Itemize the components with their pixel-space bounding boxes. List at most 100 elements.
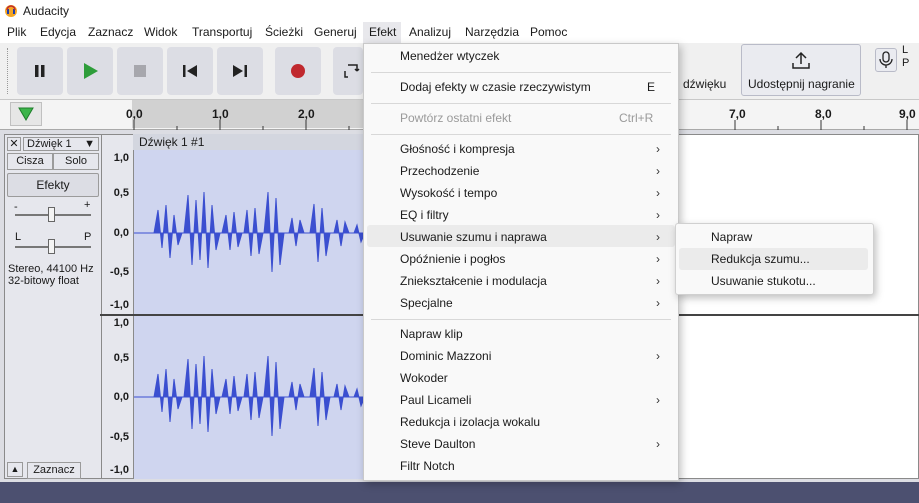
menu-narzedzia[interactable]: Narzędzia [465, 25, 519, 39]
menu-widok[interactable]: Widok [144, 25, 177, 39]
menu-item-paul-licameli[interactable]: Paul Licameli [400, 393, 471, 407]
scale-label: 1,0 [113, 317, 129, 329]
chevron-right-icon: › [656, 393, 660, 407]
chevron-right-icon: › [656, 208, 660, 222]
microphone-icon [879, 51, 893, 68]
collapse-track-button[interactable]: ▲ [7, 462, 23, 477]
stop-icon [134, 65, 146, 77]
meter-right-label: P [902, 57, 910, 69]
shortcut-label: E [647, 80, 656, 94]
effects-button[interactable]: Efekty [7, 173, 99, 197]
chevron-right-icon: › [656, 437, 660, 451]
menu-item-pitch-tempo[interactable]: Wysokość i tempo [400, 186, 497, 200]
menu-item-noise-repair[interactable]: Usuwanie szumu i naprawa [400, 230, 547, 244]
chevron-right-icon: › [656, 296, 660, 310]
pan-slider-thumb[interactable] [48, 239, 55, 254]
close-icon: ✕ [9, 138, 19, 150]
window-title: Audacity [23, 4, 70, 18]
chevron-down-icon: ▼ [84, 138, 95, 150]
menu-generuj[interactable]: Generuj [314, 25, 357, 39]
submenu-item-noise-reduction[interactable]: Redukcja szumu... [711, 252, 810, 266]
chevron-right-icon: › [656, 230, 660, 244]
menu-item-eq-filters[interactable]: EQ i filtry [400, 208, 449, 222]
menu-item-repair-clip[interactable]: Napraw klip [400, 327, 463, 341]
close-track-button[interactable]: ✕ [7, 137, 21, 151]
menu-pomoc[interactable]: Pomoc [530, 25, 567, 39]
menu-item-special[interactable]: Specjalne [400, 296, 453, 310]
ruler-tick-label: 2,0 [298, 107, 315, 121]
gain-plus-label: + [84, 199, 91, 211]
meter-left-label: L [902, 44, 909, 56]
playhead-triangle-icon [18, 107, 34, 121]
pause-button[interactable] [17, 47, 63, 95]
ruler-tick-label: 8,0 [815, 107, 832, 121]
pan-left-label: L [15, 231, 22, 243]
chevron-right-icon: › [656, 164, 660, 178]
menu-item-realtime-effects[interactable]: Dodaj efekty w czasie rzeczywistym [400, 80, 591, 94]
chevron-right-icon: › [656, 252, 660, 266]
menu-bar [0, 22, 919, 43]
chevron-right-icon: › [656, 274, 660, 288]
menu-sciezki[interactable]: Ścieżki [265, 25, 303, 39]
scale-label: 0,0 [113, 391, 129, 403]
menu-plik[interactable]: Plik [7, 25, 26, 39]
select-track-button[interactable]: Zaznacz [27, 462, 81, 479]
menu-transportuj[interactable]: Transportuj [192, 25, 252, 39]
clip-title: Dźwięk 1 #1 [139, 135, 205, 149]
menu-separator [371, 319, 671, 320]
solo-button[interactable]: Solo [53, 153, 99, 170]
scale-label: 0,5 [113, 352, 129, 364]
track-format-depth: 32-bitowy float [8, 275, 79, 287]
menu-zaznacz[interactable]: Zaznacz [88, 25, 133, 39]
menu-item-distortion-modulation[interactable]: Zniekształcenie i modulacja [400, 274, 547, 288]
menu-analizuj[interactable]: Analizuj [409, 25, 451, 39]
play-button[interactable] [67, 47, 113, 95]
timeline-options-button[interactable] [10, 102, 42, 126]
submenu-item-repair[interactable]: Napraw [711, 230, 752, 244]
track-control-panel: ✕ Dźwięk 1 ▼ Cisza Solo Efekty - + L P S… [4, 134, 102, 479]
mute-button[interactable]: Cisza [7, 153, 53, 170]
upload-icon [792, 51, 810, 69]
menu-item-repeat-last-effect: Powtórz ostatni efekt [400, 111, 512, 125]
menu-item-steve-daulton[interactable]: Steve Daulton [400, 437, 475, 451]
collapse-up-icon: ▲ [10, 464, 20, 474]
menu-item-delay-reverb[interactable]: Opóźnienie i pogłos [400, 252, 505, 266]
title-bar [0, 0, 919, 22]
menu-item-plugin-manager[interactable]: Menedżer wtyczek [400, 49, 499, 63]
status-strip [0, 482, 919, 503]
skip-start-icon [183, 65, 197, 77]
skip-to-end-button[interactable] [217, 47, 263, 95]
toolbar-grip[interactable] [7, 48, 11, 94]
stop-button[interactable] [117, 47, 163, 95]
pause-icon [35, 65, 45, 77]
track-name-menu[interactable]: Dźwięk 1 ▼ [23, 137, 99, 151]
menu-separator [371, 103, 671, 104]
shortcut-label: Ctrl+R [619, 111, 654, 125]
gain-slider-thumb[interactable] [48, 207, 55, 222]
menu-edycja[interactable]: Edycja [40, 25, 76, 39]
ruler-tick-label: 0,0 [126, 107, 143, 121]
chevron-right-icon: › [656, 186, 660, 200]
menu-item-vocal-reduction[interactable]: Redukcja i izolacja wokalu [400, 415, 540, 429]
recording-meter[interactable]: L P [871, 44, 919, 96]
scale-label: -0,5 [110, 431, 129, 443]
menu-item-vocoder[interactable]: Wokoder [400, 371, 448, 385]
submenu-item-click-removal[interactable]: Usuwanie stukotu... [711, 274, 816, 288]
microphone-button[interactable] [875, 48, 897, 72]
ruler-tick-label: 1,0 [212, 107, 229, 121]
menu-efekt[interactable]: Efekt [369, 25, 396, 39]
loop-button[interactable] [333, 47, 363, 95]
track-name: Dźwięk 1 [27, 138, 72, 150]
share-audio-label: Udostępnij nagranie [748, 77, 855, 91]
play-icon [84, 63, 98, 79]
loop-icon [344, 64, 360, 78]
skip-to-start-button[interactable] [167, 47, 213, 95]
audio-setup-partial-label[interactable]: dźwięku [683, 77, 726, 91]
menu-item-volume-compression[interactable]: Głośność i kompresja [400, 142, 515, 156]
menu-item-dominic-mazzoni[interactable]: Dominic Mazzoni [400, 349, 491, 363]
scale-label: 0,5 [113, 187, 129, 199]
chevron-right-icon: › [656, 142, 660, 156]
record-button[interactable] [275, 47, 321, 95]
menu-item-notch-filter[interactable]: Filtr Notch [400, 459, 455, 473]
menu-item-fading[interactable]: Przechodzenie [400, 164, 479, 178]
